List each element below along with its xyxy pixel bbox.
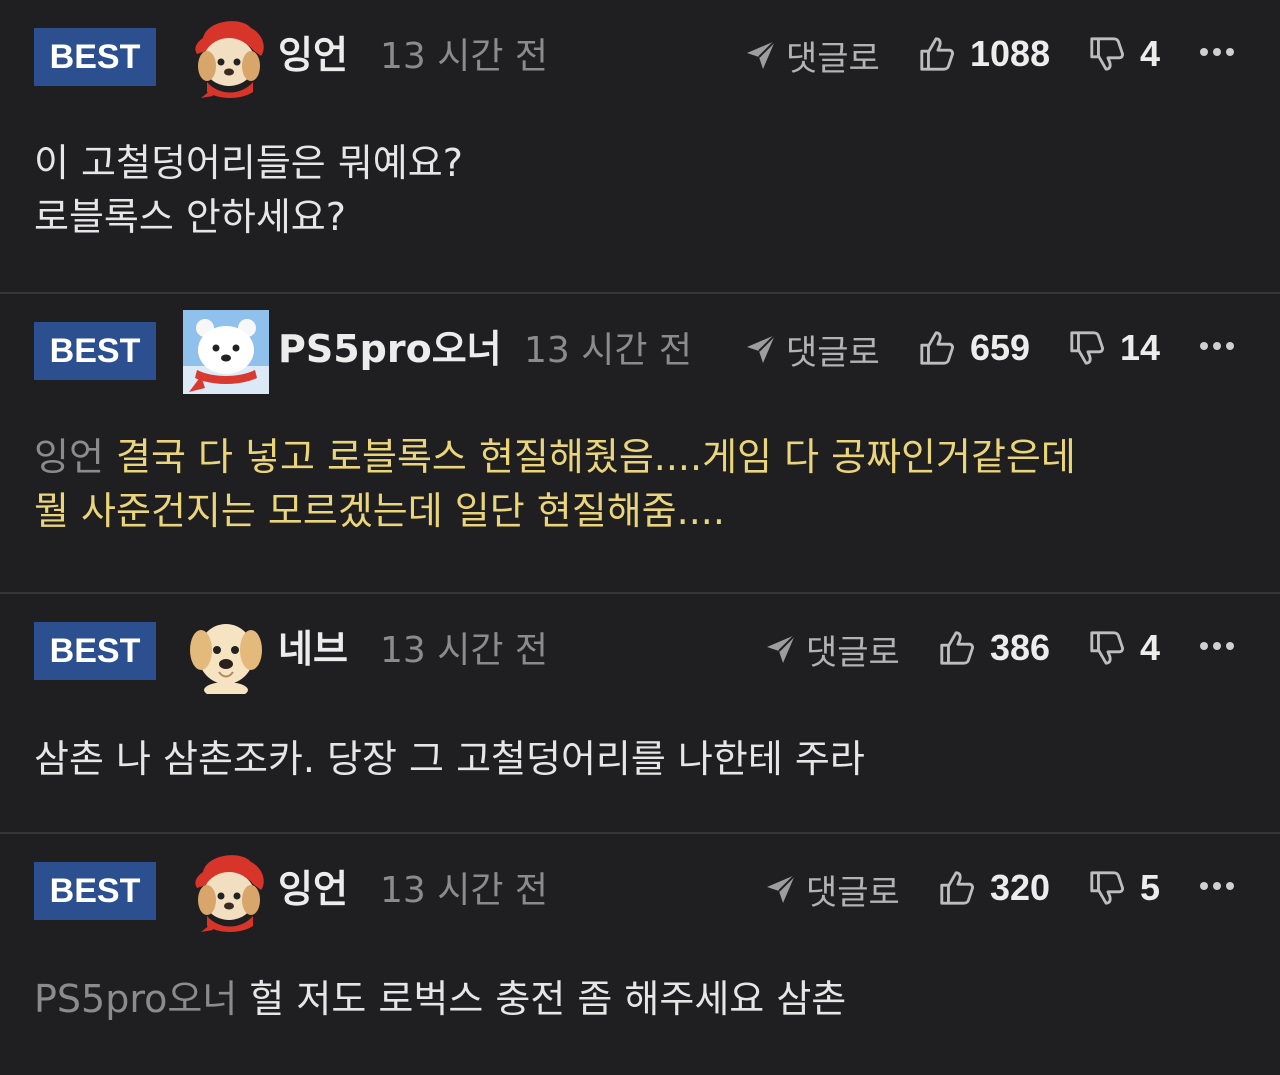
avatar[interactable] xyxy=(183,850,269,934)
like-count: 386 xyxy=(990,627,1051,668)
mention-link[interactable]: 잉언 xyxy=(34,435,104,479)
more-options-button[interactable] xyxy=(1197,42,1237,62)
like-count: 659 xyxy=(970,327,1031,368)
thumbs-up-icon xyxy=(938,868,976,908)
thumbs-down-icon xyxy=(1088,34,1126,74)
comment-item: BEST 네브 13 시간 전 댓글로 386 4 삼촌 나 삼촌조카. 당장 … xyxy=(0,594,1280,834)
best-badge: BEST xyxy=(34,622,156,680)
dislike-button[interactable]: 4 xyxy=(1088,622,1160,674)
comment-item: BEST 잉언 13 시간 전 댓글로 1088 4 이 고철덩어리들은 뭐예요… xyxy=(0,0,1280,294)
reply-button[interactable]: 댓글로 xyxy=(764,864,900,914)
timestamp: 13 시간 전 xyxy=(380,36,549,77)
avatar[interactable] xyxy=(183,16,269,100)
author-name[interactable]: 네브 xyxy=(278,624,348,674)
reply-button[interactable]: 댓글로 xyxy=(744,324,880,374)
more-dots-icon xyxy=(1197,636,1237,656)
best-badge: BEST xyxy=(34,862,156,920)
comment-line: 이 고철덩어리들은 뭐예요? xyxy=(34,141,463,185)
more-dots-icon xyxy=(1197,42,1237,62)
reply-arrow-icon xyxy=(764,632,798,666)
reply-label: 댓글로 xyxy=(786,38,880,79)
like-button[interactable]: 659 xyxy=(918,322,1030,374)
thumbs-up-icon xyxy=(938,628,976,668)
thumbs-down-icon xyxy=(1068,328,1106,368)
best-badge: BEST xyxy=(34,28,156,86)
comment-body: 삼촌 나 삼촌조카. 당장 그 고철덩어리를 나한테 주라 xyxy=(34,732,865,786)
comment-header: BEST 잉언 13 시간 전 댓글로 1088 4 xyxy=(0,0,1280,110)
thumbs-down-icon xyxy=(1088,868,1126,908)
comment-line: 잉언 결국 다 넣고 로블록스 현질해줬음....게임 다 공짜인거같은데 xyxy=(34,430,1076,484)
avatar[interactable] xyxy=(183,610,269,694)
thumbs-up-icon xyxy=(918,328,956,368)
comment-line: 뭘 사준건지는 모르겠는데 일단 현질해줌.... xyxy=(34,489,725,533)
reply-arrow-icon xyxy=(744,332,778,366)
comment-line: PS5pro오너 헐 저도 로벅스 충전 좀 해주세요 삼촌 xyxy=(34,972,846,1026)
reply-arrow-icon xyxy=(744,38,778,72)
reply-button[interactable]: 댓글로 xyxy=(764,624,900,674)
thumbs-up-icon xyxy=(918,34,956,74)
comment-header: BEST 네브 13 시간 전 댓글로 386 4 xyxy=(0,594,1280,704)
like-button[interactable]: 320 xyxy=(938,862,1050,914)
avatar[interactable] xyxy=(183,310,269,394)
comment-line: 로블록스 안하세요? xyxy=(34,195,346,239)
reply-label: 댓글로 xyxy=(806,632,900,673)
reply-label: 댓글로 xyxy=(806,872,900,913)
timestamp: 13 시간 전 xyxy=(524,330,693,371)
timestamp: 13 시간 전 xyxy=(380,630,549,671)
like-button[interactable]: 386 xyxy=(938,622,1050,674)
like-count: 320 xyxy=(990,867,1051,908)
dislike-button[interactable]: 14 xyxy=(1068,322,1160,374)
timestamp: 13 시간 전 xyxy=(380,870,549,911)
author-name[interactable]: 잉언 xyxy=(278,30,348,80)
more-options-button[interactable] xyxy=(1197,876,1237,896)
author-name[interactable]: 잉언 xyxy=(278,864,348,914)
comment-item: BEST 잉언 13 시간 전 댓글로 320 5 PS5pro오너 헐 저도 … xyxy=(0,834,1280,1075)
comment-body: PS5pro오너 헐 저도 로벅스 충전 좀 해주세요 삼촌 xyxy=(34,972,846,1026)
comment-body: 이 고철덩어리들은 뭐예요? 로블록스 안하세요? xyxy=(34,136,463,244)
more-dots-icon xyxy=(1197,336,1237,356)
comment-body: 잉언 결국 다 넣고 로블록스 현질해줬음....게임 다 공짜인거같은데 뭘 … xyxy=(34,430,1076,538)
comment-header: BEST 잉언 13 시간 전 댓글로 320 5 xyxy=(0,834,1280,944)
more-dots-icon xyxy=(1197,876,1237,896)
dislike-button[interactable]: 5 xyxy=(1088,862,1160,914)
author-name[interactable]: PS5pro오너 xyxy=(278,324,502,374)
dislike-count: 14 xyxy=(1120,327,1161,368)
dislike-count: 4 xyxy=(1140,33,1161,74)
more-options-button[interactable] xyxy=(1197,636,1237,656)
reply-arrow-icon xyxy=(764,872,798,906)
reply-button[interactable]: 댓글로 xyxy=(744,30,880,80)
dislike-button[interactable]: 4 xyxy=(1088,28,1160,80)
comment-text: 헐 저도 로벅스 충전 좀 해주세요 삼촌 xyxy=(249,977,847,1021)
best-badge: BEST xyxy=(34,322,156,380)
dislike-count: 5 xyxy=(1140,867,1161,908)
comment-header: BEST PS5pro오너 13 시간 전 댓글로 659 14 xyxy=(0,294,1280,404)
comment-line: 삼촌 나 삼촌조카. 당장 그 고철덩어리를 나한테 주라 xyxy=(34,737,865,781)
more-options-button[interactable] xyxy=(1197,336,1237,356)
reply-label: 댓글로 xyxy=(786,332,880,373)
comment-item: BEST PS5pro오너 13 시간 전 댓글로 659 14 잉언 결국 다… xyxy=(0,294,1280,594)
mention-link[interactable]: PS5pro오너 xyxy=(34,977,237,1021)
thumbs-down-icon xyxy=(1088,628,1126,668)
like-button[interactable]: 1088 xyxy=(918,28,1050,80)
like-count: 1088 xyxy=(970,33,1051,74)
comment-text: 결국 다 넣고 로블록스 현질해줬음....게임 다 공짜인거같은데 xyxy=(116,435,1076,479)
dislike-count: 4 xyxy=(1140,627,1161,668)
